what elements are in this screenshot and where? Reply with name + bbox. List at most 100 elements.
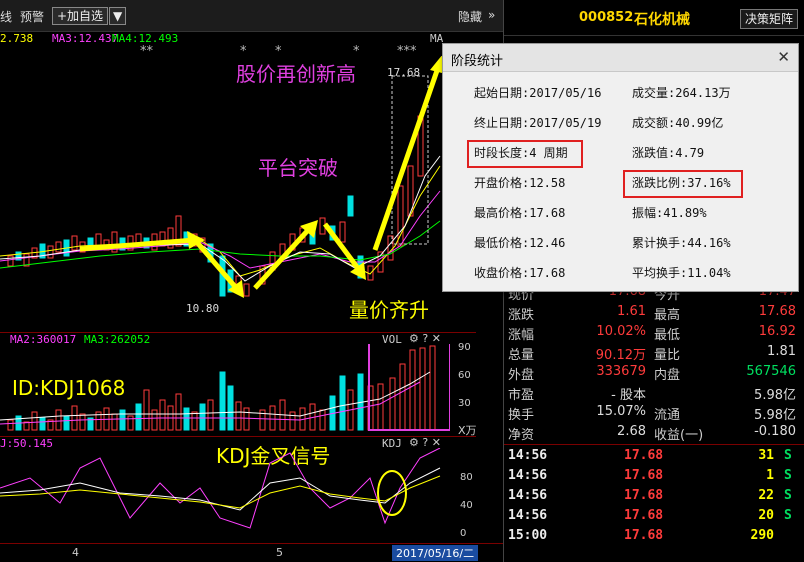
candle (47, 245, 54, 259)
close-icon[interactable]: ✕ (777, 48, 790, 66)
quote-cell: 15.07% (596, 404, 646, 419)
volume-bar (71, 405, 78, 431)
stock-header: 000852 石化机械 决策矩阵 (504, 0, 804, 36)
volume-bar (339, 375, 346, 431)
time-axis: 4 5 2017/05/16/二 (0, 543, 504, 562)
quote-cell: 市盈 (508, 388, 535, 403)
candle (243, 283, 250, 297)
volume-bar (389, 377, 396, 431)
trade-row: 14:56 17.68 1 S (504, 468, 804, 488)
quote-row: 净资 2.68 收益(一) -0.180 (504, 424, 804, 444)
dialog-stat-right: 累计换手:44.16% (632, 236, 731, 250)
trade-cell: 14:56 (508, 468, 548, 483)
candle (71, 235, 78, 251)
kdj-axis-tick: 0 (460, 528, 467, 539)
high-price-label: 17.68 (387, 66, 421, 79)
quote-cell: 16.92 (758, 324, 796, 339)
kdj-axis-tick: 80 (460, 472, 473, 483)
annotation-volume-price-rise: 量价齐升 (349, 298, 429, 322)
candlestick-chart[interactable] (0, 56, 442, 332)
toolbar-cut-label[interactable]: 线 (0, 8, 12, 25)
volume-bar (119, 409, 126, 431)
dialog-stat-left: 最低价格:12.46 (474, 236, 566, 250)
kdj-pane-divider (0, 436, 476, 437)
volume-bar (63, 415, 70, 431)
quote-cell: 90.12万 (595, 348, 646, 363)
volume-bar (175, 393, 182, 431)
trade-cell: 14:56 (508, 488, 548, 503)
volume-bar (39, 417, 46, 431)
volume-bar (191, 411, 198, 431)
quote-cell: 净资 (508, 428, 535, 443)
vol-axis-tick: 60 (458, 370, 471, 381)
trade-row: 14:56 17.68 31 S (504, 448, 804, 468)
trade-cell: 17.68 (624, 448, 664, 463)
candle (339, 221, 346, 243)
dialog-stat-right: 振幅:41.89% (632, 206, 707, 220)
quote-cell: 内盘 (654, 368, 681, 383)
watchlist-dropdown-button[interactable]: ▼ (109, 7, 127, 25)
low-price-label: 10.80 (186, 302, 220, 315)
quote-row: 涨跌 1.61 最高 17.68 (504, 304, 804, 324)
highlight-box-period (467, 140, 583, 168)
volume-bar (151, 409, 158, 431)
trade-cell: 17.68 (624, 468, 664, 483)
axis-tick-5: 5 (276, 546, 283, 559)
chart-toolbar: 线 预警 +加自选 ▼ 隐藏 » (0, 0, 504, 32)
dialog-stat-left: 起始日期:2017/05/16 (474, 86, 602, 100)
quote-cell: -0.180 (754, 424, 796, 439)
dialog-stat-left: 开盘价格:12.58 (474, 176, 566, 190)
dialog-stat-left: 终止日期:2017/05/19 (474, 116, 602, 130)
quote-cell: 总量 (508, 348, 535, 363)
ma3-value: MA3:12.437 (52, 32, 119, 45)
trade-row: 14:56 17.68 20 S (504, 508, 804, 528)
decision-matrix-button[interactable]: 决策矩阵 (739, 9, 798, 29)
highlight-box-change-pct (623, 170, 743, 198)
stock-code: 000852 (579, 10, 634, 25)
volume-bar (199, 403, 206, 431)
quote-cell: 10.02% (596, 324, 646, 339)
hide-button[interactable]: 隐藏 (458, 8, 482, 25)
alert-button[interactable]: 预警 (20, 8, 44, 25)
volume-bar (377, 383, 384, 431)
quote-cell: 涨跌 (508, 308, 535, 323)
volume-bar (227, 385, 234, 431)
dialog-stat-right: 成交额:40.99亿 (632, 116, 724, 130)
volume-bar (127, 415, 134, 431)
add-watchlist-button[interactable]: +加自选 (52, 7, 109, 25)
quote-row: 总量 90.12万 量比 1.81 (504, 344, 804, 364)
volume-bar (55, 409, 62, 431)
volume-bar (207, 399, 214, 431)
volume-bar (419, 347, 426, 431)
quote-cell: 最高 (654, 308, 681, 323)
candle (397, 185, 404, 247)
trade-cell: 14:56 (508, 448, 548, 463)
volume-bar (289, 411, 296, 431)
trade-cell: 22 (758, 488, 774, 503)
quote-cell: - 股本 (611, 388, 646, 403)
quote-row: 涨幅 10.02% 最低 16.92 (504, 324, 804, 344)
kdj-j-line (0, 448, 441, 529)
trade-cell: S (784, 488, 792, 503)
trade-cell: S (784, 468, 792, 483)
kdj-chart[interactable] (0, 448, 450, 543)
quote-cell: 5.98亿 (754, 408, 796, 423)
volume-bar (219, 371, 226, 431)
stage-statistics-dialog[interactable]: 阶段统计 ✕ 起始日期:2017/05/16 成交量:264.13万 终止日期:20… (442, 43, 799, 292)
volume-bar (159, 399, 166, 431)
volume-bar (399, 363, 406, 431)
volume-bar (429, 345, 436, 431)
trades-divider (504, 444, 804, 445)
trade-cell: 17.68 (624, 528, 664, 543)
quote-cell: 量比 (654, 348, 681, 363)
quote-cell: 外盘 (508, 368, 535, 383)
quote-cell: 流通 (654, 408, 681, 423)
chevron-right-icon[interactable]: » (488, 8, 495, 22)
quote-cell: 收益(一) (654, 428, 704, 443)
quote-cell: 567546 (746, 364, 796, 379)
dialog-stat-left: 收盘价格:17.68 (474, 266, 566, 280)
candle (387, 235, 394, 261)
dialog-title: 阶段统计 (451, 54, 504, 69)
dialog-titlebar[interactable]: 阶段统计 ✕ (443, 44, 798, 72)
candle (55, 241, 62, 253)
